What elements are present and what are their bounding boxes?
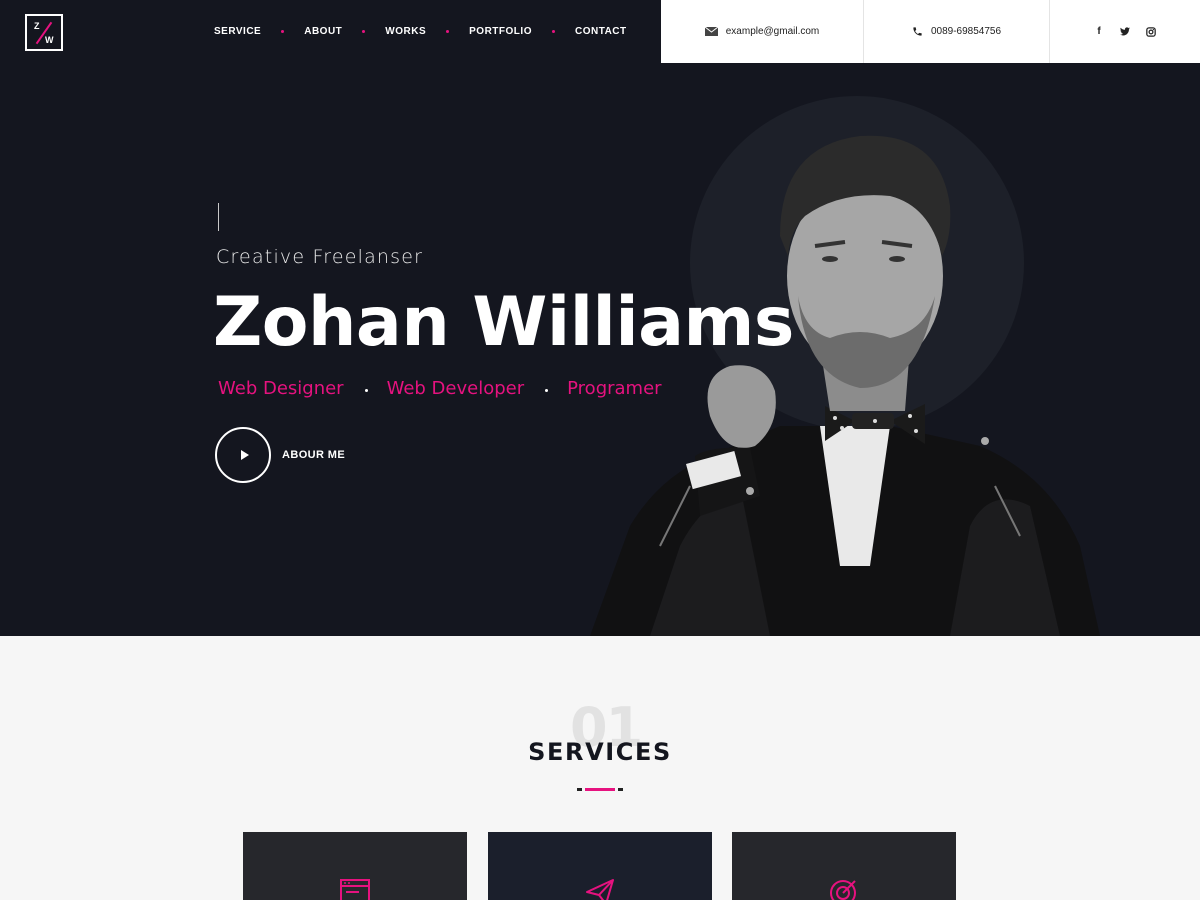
vertical-divider — [218, 203, 219, 231]
divider-dash-right — [618, 788, 623, 791]
portrait-image — [590, 135, 1100, 636]
services-section: 01 SERVICES — [0, 636, 1200, 900]
nav-separator — [362, 30, 366, 33]
divider-dash-left — [577, 788, 582, 791]
nav-item-service[interactable]: SERVICE — [214, 26, 261, 37]
logo-letter-w: W — [45, 35, 54, 45]
contact-bar: example@gmail.com 0089-69854756 f — [661, 0, 1200, 63]
email-contact[interactable]: example@gmail.com — [661, 0, 864, 63]
twitter-icon[interactable] — [1120, 27, 1130, 36]
facebook-icon[interactable]: f — [1094, 26, 1104, 37]
service-card-design[interactable] — [243, 832, 467, 900]
role-web-developer: Web Developer — [386, 378, 525, 399]
hero-subtitle: Creative Freelanser — [216, 246, 424, 268]
divider-accent — [585, 788, 615, 791]
logo-letter-z: Z — [34, 21, 40, 31]
mail-icon — [704, 27, 718, 36]
phone-text: 0089-69854756 — [930, 26, 1002, 37]
design-layout-icon — [340, 879, 370, 900]
about-me-link[interactable]: ABOUR ME — [282, 449, 345, 461]
service-card-target[interactable] — [732, 832, 956, 900]
nav-separator — [446, 30, 450, 33]
phone-contact[interactable]: 0089-69854756 — [864, 0, 1050, 63]
nav-separator — [551, 30, 555, 33]
role-separator — [545, 389, 549, 392]
nav-item-about[interactable]: ABOUT — [304, 26, 342, 37]
logo[interactable]: Z W — [25, 14, 63, 51]
main-nav: SERVICE ABOUT WORKS PORTFOLIO CONTACT — [214, 26, 627, 37]
phone-icon — [913, 27, 922, 36]
hero-section: Z W SERVICE ABOUT WORKS PORTFOLIO CONTAC… — [0, 0, 1200, 636]
target-icon — [830, 880, 856, 900]
paper-plane-icon — [586, 879, 614, 900]
section-title: SERVICES — [528, 738, 672, 766]
play-icon — [241, 450, 249, 460]
nav-item-works[interactable]: WORKS — [385, 26, 426, 37]
nav-item-contact[interactable]: CONTACT — [575, 26, 627, 37]
nav-item-portfolio[interactable]: PORTFOLIO — [469, 26, 532, 37]
section-divider — [577, 788, 623, 791]
social-links: f — [1050, 0, 1200, 63]
role-web-designer: Web Designer — [218, 378, 344, 399]
service-card-delivery[interactable] — [488, 832, 712, 900]
nav-separator — [281, 30, 285, 33]
instagram-icon[interactable] — [1146, 26, 1156, 37]
play-button[interactable] — [215, 427, 271, 483]
role-separator — [364, 389, 368, 392]
email-text: example@gmail.com — [725, 26, 820, 37]
